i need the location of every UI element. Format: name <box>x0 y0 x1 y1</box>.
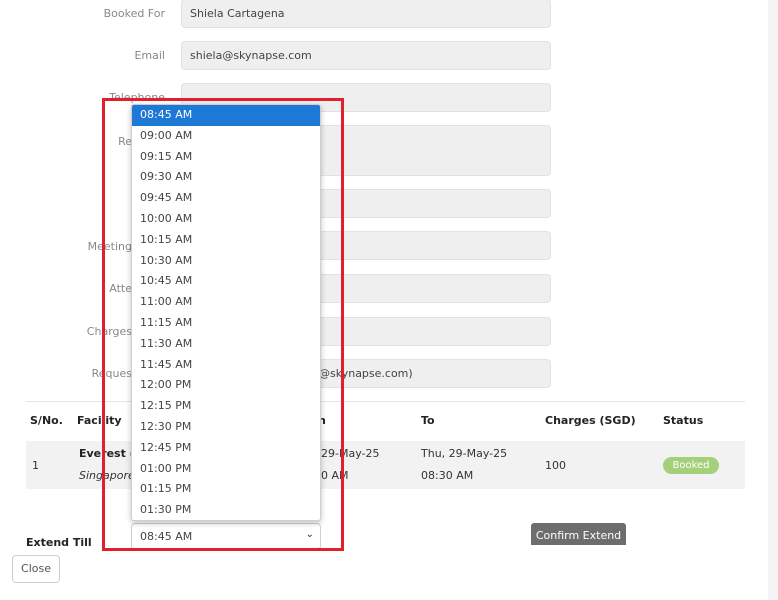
email-field[interactable]: shiela@skynapse.com <box>181 41 551 70</box>
status-badge: Booked <box>663 457 719 474</box>
annotation-highlight-box <box>102 98 344 551</box>
row-sno: 1 <box>32 459 39 472</box>
extend-till-label: Extend Till <box>26 536 92 549</box>
col-to: To <box>421 414 435 427</box>
close-button[interactable]: Close <box>12 555 60 583</box>
col-status: Status <box>663 414 704 427</box>
row-to-date: Thu, 29-May-25 <box>421 447 508 460</box>
page-scrollbar[interactable] <box>768 0 778 600</box>
booking-modal: Booked For Shiela Cartagena Email shiela… <box>0 0 768 600</box>
confirm-extend-button[interactable]: Confirm Extend <box>531 523 626 545</box>
col-charges: Charges (SGD) <box>545 414 636 427</box>
col-sno: S/No. <box>30 414 63 427</box>
row-to-time: 08:30 AM <box>421 469 474 482</box>
booked-for-field[interactable]: Shiela Cartagena <box>181 0 551 28</box>
row-charges: 100 <box>545 459 566 472</box>
booked-for-label: Booked For <box>103 7 165 20</box>
email-label: Email <box>134 49 165 62</box>
